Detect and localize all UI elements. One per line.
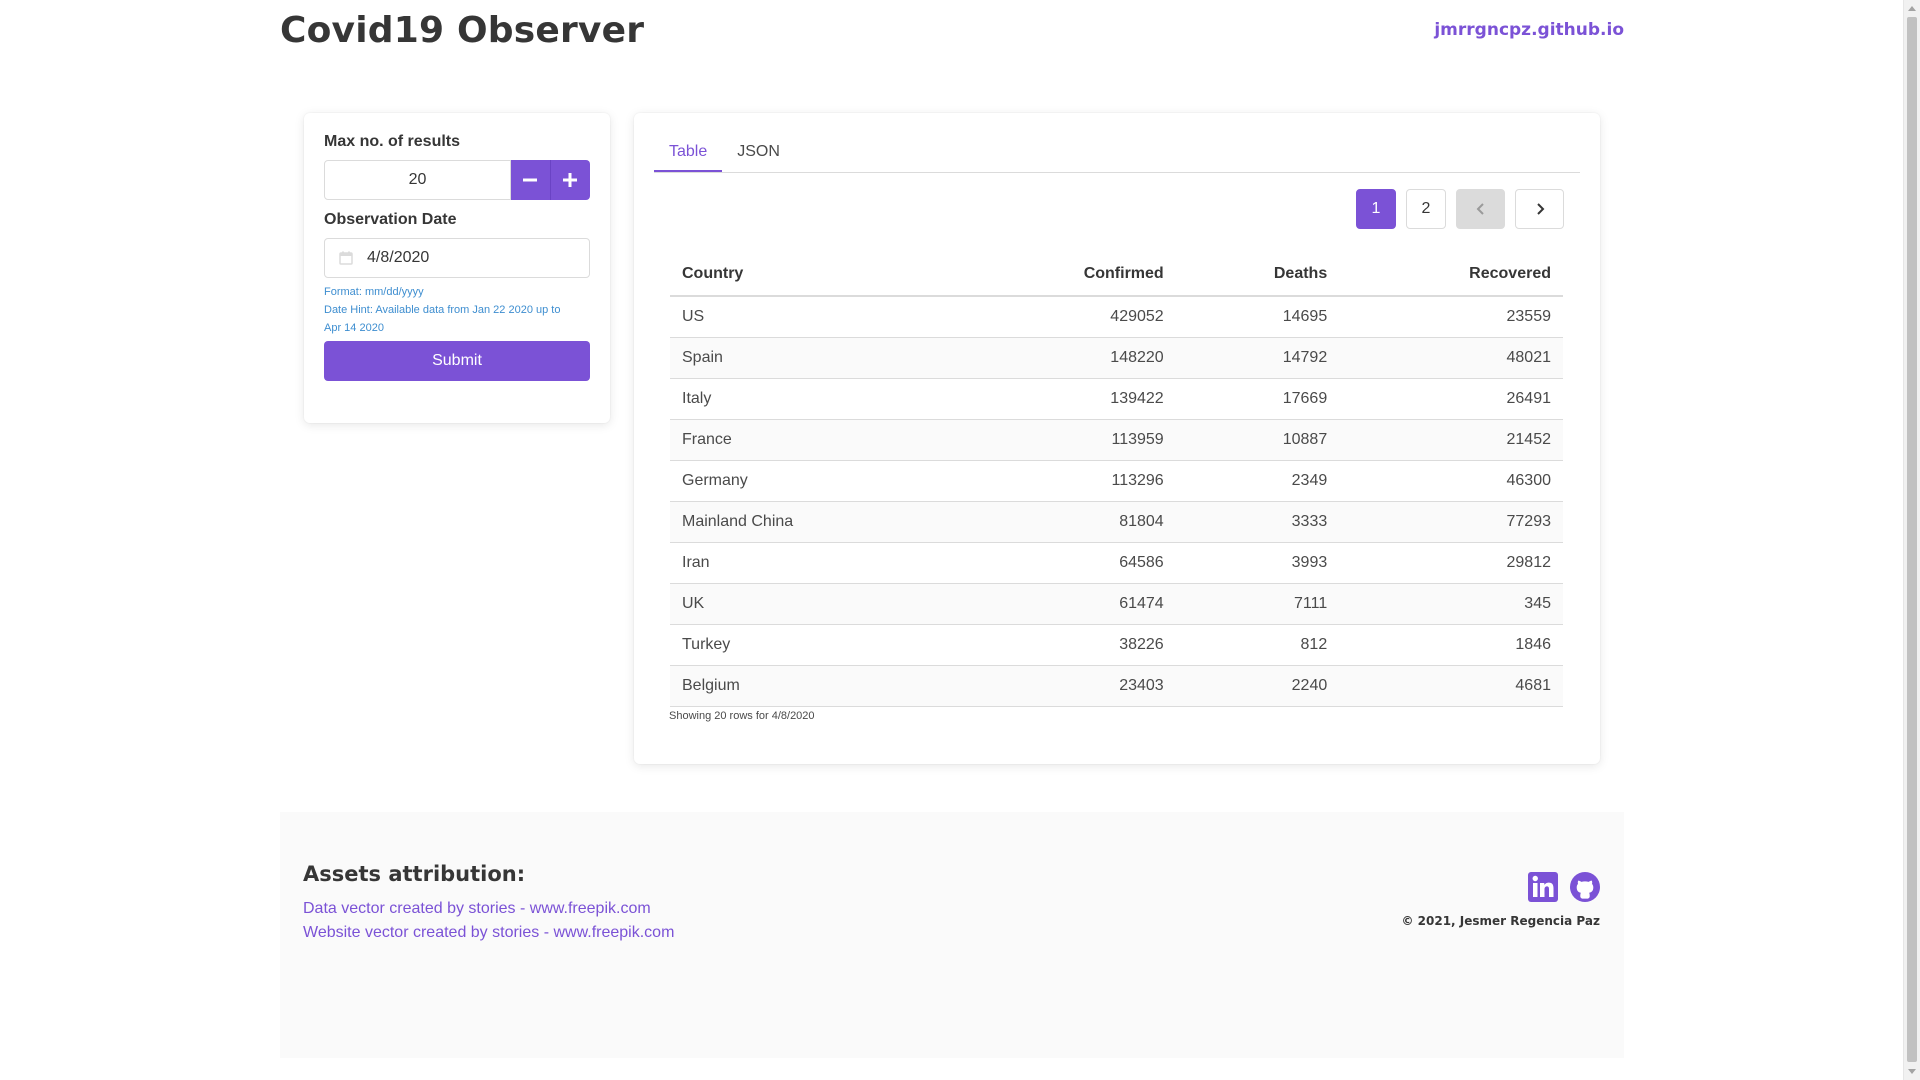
cell-confirmed: 113296	[955, 460, 1176, 502]
cell-confirmed: 148220	[955, 337, 1176, 379]
observation-date-label: Observation Date	[324, 211, 457, 228]
cell-deaths: 2240	[1175, 665, 1340, 707]
max-results-stepper	[324, 160, 590, 200]
cell-recovered: 77293	[1339, 501, 1563, 543]
cell-country: US	[670, 296, 956, 338]
next-page-button[interactable]	[1515, 189, 1564, 229]
submit-button[interactable]: Submit	[324, 341, 590, 381]
cell-deaths: 812	[1175, 624, 1340, 666]
previous-page-button[interactable]	[1456, 189, 1505, 229]
format-hint: Format: mm/dd/yyyy	[324, 286, 424, 298]
cell-deaths: 3993	[1175, 542, 1340, 584]
date-hint-line-2: Apr 14 2020	[324, 322, 384, 334]
results-table: Country Confirmed Deaths Recovered US 429…	[670, 253, 1563, 707]
cell-country: Turkey	[670, 624, 956, 666]
column-header-deaths[interactable]: Deaths	[1175, 253, 1340, 297]
decrement-button[interactable]	[511, 160, 551, 200]
scrollbar-thumb[interactable]	[1907, 17, 1917, 1062]
table-row: Turkey 38226 812 1846	[670, 624, 1563, 666]
page-title: Covid19 Observer	[280, 10, 645, 51]
chevron-left-icon	[1476, 203, 1484, 215]
cell-recovered: 345	[1339, 583, 1563, 625]
observation-date-value: 4/8/2020	[367, 249, 430, 266]
cell-confirmed: 113959	[955, 419, 1176, 461]
cell-country: UK	[670, 583, 956, 625]
cell-recovered: 46300	[1339, 460, 1563, 502]
table-row: UK 61474 7111 345	[670, 583, 1563, 625]
table-row: Belgium 23403 2240 4681	[670, 665, 1563, 707]
minus-icon	[523, 178, 538, 182]
table-row: France 113959 10887 21452	[670, 419, 1563, 461]
cell-confirmed: 64586	[955, 542, 1176, 584]
cell-recovered: 48021	[1339, 337, 1563, 379]
column-header-country[interactable]: Country	[670, 253, 956, 297]
site-link[interactable]: jmrrgncpz.github.io	[1434, 20, 1624, 40]
cell-deaths: 17669	[1175, 378, 1340, 420]
cell-confirmed: 81804	[955, 501, 1176, 543]
table-row: Germany 113296 2349 46300	[670, 460, 1563, 502]
page-button-2[interactable]: 2	[1406, 189, 1446, 229]
table-row: Mainland China 81804 3333 77293	[670, 501, 1563, 543]
linkedin-icon[interactable]	[1528, 872, 1558, 902]
scroll-down-icon[interactable]	[1908, 1069, 1916, 1074]
cell-confirmed: 61474	[955, 583, 1176, 625]
plus-icon	[563, 173, 578, 187]
column-header-confirmed[interactable]: Confirmed	[955, 253, 1176, 297]
tab-json[interactable]: JSON	[722, 133, 795, 172]
column-header-recovered[interactable]: Recovered	[1339, 253, 1563, 297]
query-form-card: Max no. of results Observation Date 4/8/…	[304, 113, 610, 423]
cell-confirmed: 429052	[955, 296, 1176, 338]
cell-confirmed: 38226	[955, 624, 1176, 666]
results-card: Table JSON 1 2 Country Confirmed Deaths …	[634, 113, 1600, 764]
github-icon[interactable]	[1570, 872, 1600, 902]
cell-country: Germany	[670, 460, 956, 502]
cell-recovered: 29812	[1339, 542, 1563, 584]
table-header-row: Country Confirmed Deaths Recovered	[670, 253, 1563, 297]
cell-country: Mainland China	[670, 501, 956, 543]
cell-confirmed: 139422	[955, 378, 1176, 420]
page-footer: Assets attribution: Data vector created …	[280, 812, 1624, 1058]
page-scrollbar[interactable]	[1903, 0, 1920, 1080]
scroll-up-icon[interactable]	[1908, 6, 1916, 11]
data-vector-attribution-link[interactable]: Data vector created by stories - www.fre…	[303, 900, 651, 918]
max-results-input[interactable]	[324, 160, 511, 200]
chevron-right-icon	[1536, 203, 1544, 215]
observation-date-input[interactable]: 4/8/2020	[324, 238, 590, 278]
table-row: US 429052 14695 23559	[670, 296, 1563, 338]
table-row: Iran 64586 3993 29812	[670, 542, 1563, 584]
cell-country: Belgium	[670, 665, 956, 707]
cell-confirmed: 23403	[955, 665, 1176, 707]
page-button-1[interactable]: 1	[1356, 189, 1396, 229]
cell-recovered: 23559	[1339, 296, 1563, 338]
cell-country: Iran	[670, 542, 956, 584]
cell-recovered: 21452	[1339, 419, 1563, 461]
website-vector-attribution-link[interactable]: Website vector created by stories - www.…	[303, 924, 674, 942]
cell-recovered: 26491	[1339, 378, 1563, 420]
attribution-title: Assets attribution:	[303, 862, 526, 886]
cell-deaths: 14792	[1175, 337, 1340, 379]
cell-country: Italy	[670, 378, 956, 420]
cell-deaths: 7111	[1175, 583, 1340, 625]
cell-country: Spain	[670, 337, 956, 379]
view-tabs: Table JSON	[654, 133, 1580, 173]
tab-table[interactable]: Table	[654, 133, 723, 172]
social-links	[1528, 872, 1600, 902]
cell-recovered: 1846	[1339, 624, 1563, 666]
copyright-text: © 2021, Jesmer Regencia Paz	[1401, 914, 1600, 928]
table-caption: Showing 20 rows for 4/8/2020	[669, 710, 815, 722]
cell-deaths: 10887	[1175, 419, 1340, 461]
table-row: Italy 139422 17669 26491	[670, 378, 1563, 420]
cell-deaths: 3333	[1175, 501, 1340, 543]
cell-deaths: 14695	[1175, 296, 1340, 338]
calendar-icon	[339, 251, 353, 265]
max-results-label: Max no. of results	[324, 133, 461, 150]
cell-country: France	[670, 419, 956, 461]
pagination: 1 2	[1356, 189, 1564, 229]
date-hint-line-1: Date Hint: Available data from Jan 22 20…	[324, 304, 561, 316]
cell-deaths: 2349	[1175, 460, 1340, 502]
table-row: Spain 148220 14792 48021	[670, 337, 1563, 379]
increment-button[interactable]	[550, 160, 590, 200]
cell-recovered: 4681	[1339, 665, 1563, 707]
